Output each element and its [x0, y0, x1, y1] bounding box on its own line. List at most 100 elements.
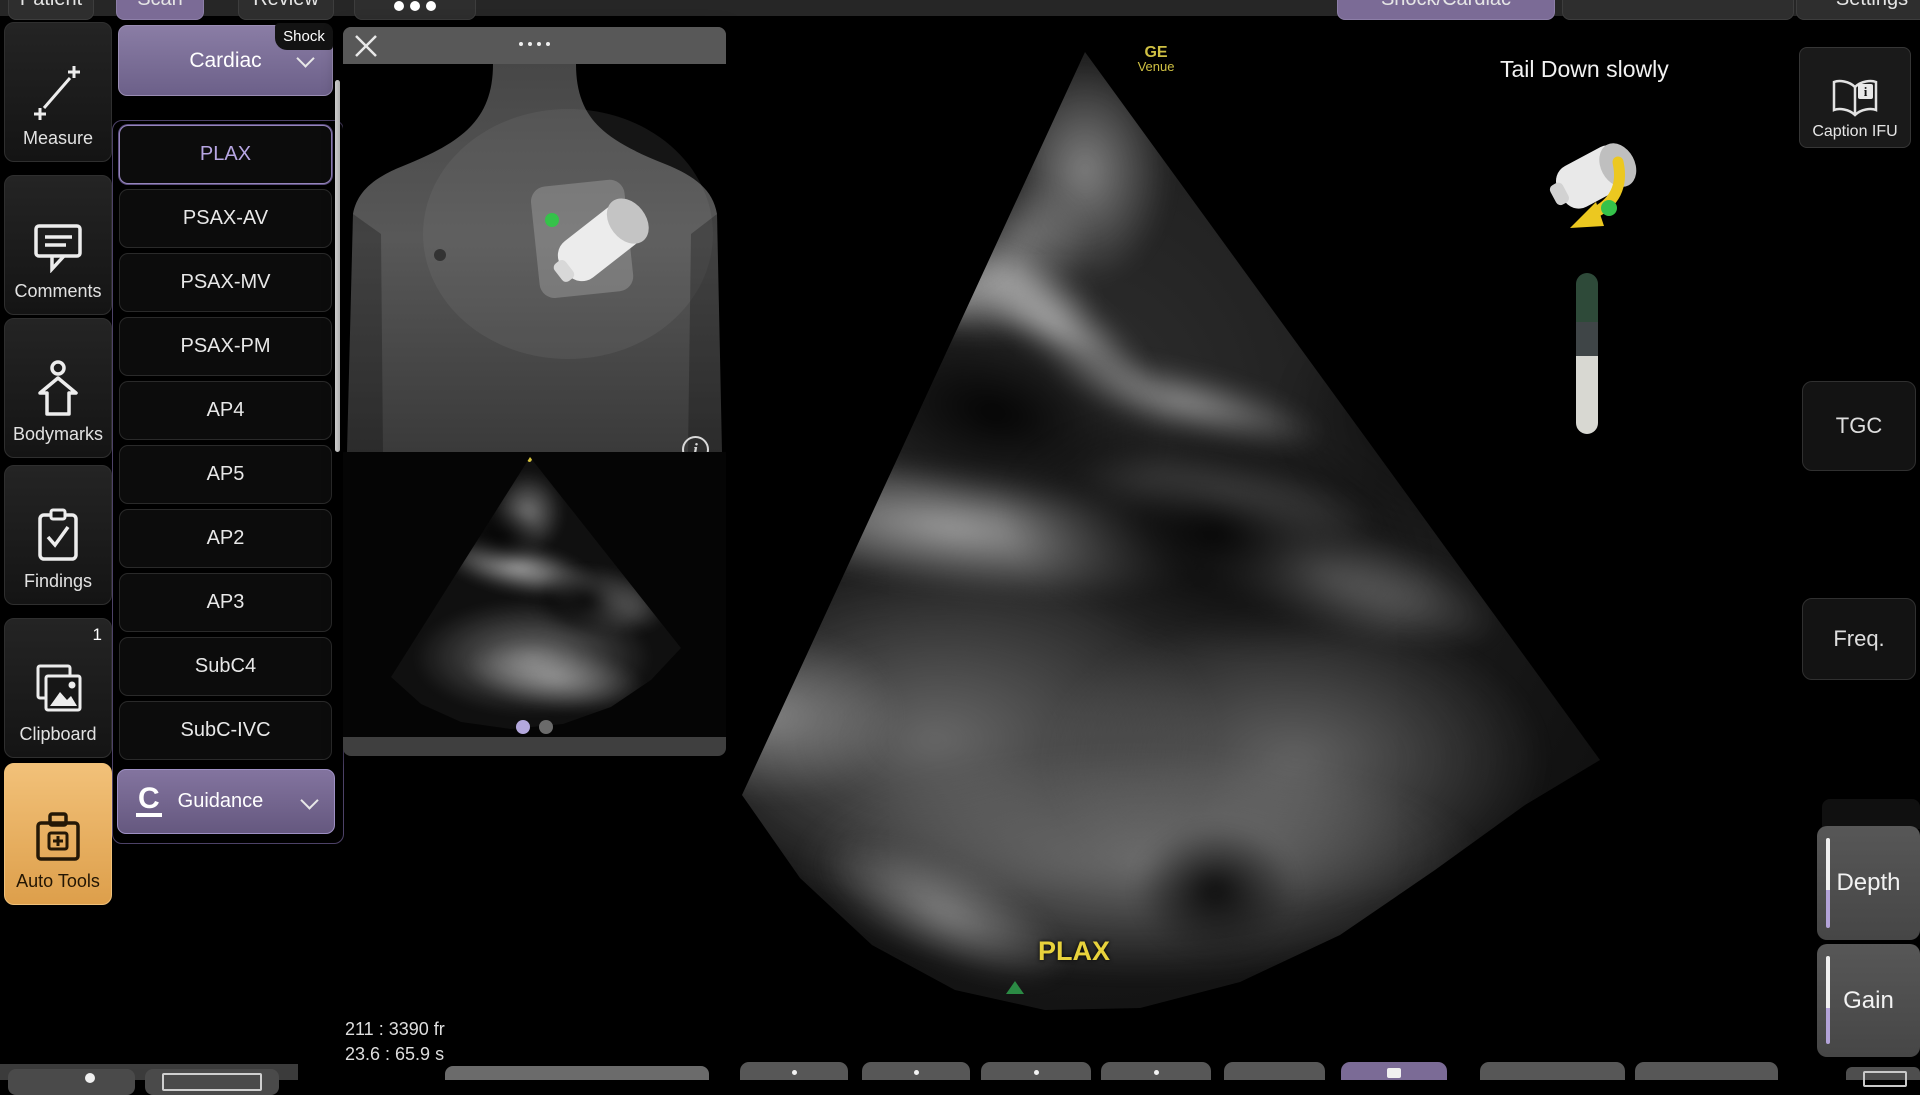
ge-logo-text: GE: [1124, 46, 1188, 60]
bottom-bar-button-5[interactable]: [981, 1062, 1091, 1080]
reference-image-area[interactable]: [343, 452, 726, 737]
guidance-instruction-text: Tail Down slowly: [1500, 56, 1669, 83]
quality-segment-good: [1576, 273, 1598, 322]
view-annotation-label: PLAX: [1038, 936, 1110, 967]
bottom-bar-button-9[interactable]: [1635, 1062, 1778, 1080]
views-scrollbar[interactable]: [335, 80, 340, 452]
sidebar-item-clipboard[interactable]: 1 Clipboard: [4, 618, 112, 758]
guidance-dropdown-button[interactable]: C Guidance: [117, 769, 335, 834]
bodymarks-icon: [32, 360, 84, 416]
time-counter: 23.6 : 65.9 s: [345, 1042, 445, 1067]
view-button-plax[interactable]: PLAX: [119, 125, 332, 184]
bottom-bar-button-1[interactable]: [8, 1069, 135, 1095]
view-button-ap2[interactable]: AP2: [119, 509, 332, 568]
view-button-psax-av[interactable]: PSAX-AV: [119, 189, 332, 248]
more-tabs-button[interactable]: [354, 0, 476, 20]
probe-placement-illustration: [343, 64, 726, 452]
guidance-popup-header[interactable]: [343, 27, 726, 64]
orientation-marker-icon: [1006, 981, 1024, 994]
bottom-bar-button-6[interactable]: [1101, 1062, 1211, 1080]
book-info-icon: i: [1831, 78, 1879, 118]
caption-ifu-label: Caption IFU: [1812, 123, 1897, 141]
sidebar-item-measure[interactable]: Measure: [4, 22, 112, 162]
caption-logo-icon: C: [136, 786, 162, 817]
drag-handle-icon[interactable]: [343, 42, 726, 46]
chevron-down-icon: [296, 49, 314, 67]
view-button-psax-pm[interactable]: PSAX-PM: [119, 317, 332, 376]
reference-ultrasound-image: [343, 452, 726, 737]
depth-button[interactable]: Depth: [1817, 826, 1920, 940]
clipboard-images-icon: [30, 662, 86, 716]
caption-ifu-button[interactable]: i Caption IFU: [1799, 47, 1911, 148]
clipboard-count-badge: 1: [93, 625, 102, 645]
quality-dot-icon: [1601, 200, 1617, 216]
guidance-popup-panel: i: [343, 27, 726, 756]
glyph-icon: [1387, 1068, 1401, 1078]
view-button-ap3[interactable]: AP3: [119, 573, 332, 632]
tab-scan[interactable]: Scan: [116, 0, 204, 20]
dot-icon: [1154, 1070, 1159, 1075]
tab-review[interactable]: Review: [238, 0, 334, 20]
bottom-right-partial-button[interactable]: [1846, 1067, 1920, 1080]
auto-tools-icon: [30, 811, 86, 863]
bottom-bar-button-freeze[interactable]: [1341, 1062, 1447, 1080]
measure-icon: [32, 64, 84, 120]
dot-icon: [792, 1070, 797, 1075]
comments-icon: [30, 221, 86, 273]
dot-icon: [914, 1070, 919, 1075]
cine-counters: 211 : 3390 fr 23.6 : 65.9 s: [345, 1017, 445, 1067]
apex-marker-icon: [527, 455, 532, 462]
preset-dropdown-cardiac[interactable]: Cardiac Shock: [118, 25, 333, 96]
sidebar-item-auto-tools[interactable]: Auto Tools: [4, 763, 112, 905]
tgc-button[interactable]: TGC: [1802, 381, 1916, 471]
sidebar-label: Findings: [24, 571, 92, 592]
gain-button[interactable]: Gain: [1817, 944, 1920, 1057]
bottom-bar-button-7[interactable]: [1224, 1062, 1325, 1080]
view-button-subc4[interactable]: SubC4: [119, 637, 332, 696]
target-dot-icon: [545, 213, 559, 227]
frame-icon: [162, 1073, 262, 1091]
ellipsis-icon: [394, 1, 404, 11]
dot-icon: [1034, 1070, 1039, 1075]
page-indicator[interactable]: [343, 720, 726, 734]
page-dot-inactive[interactable]: [539, 720, 553, 734]
sidebar-label: Clipboard: [19, 724, 96, 745]
guidance-label: Guidance: [178, 790, 264, 813]
quality-segment-mid: [1576, 322, 1598, 356]
close-icon[interactable]: [353, 33, 379, 59]
ellipsis-icon: [410, 1, 420, 11]
dot-icon: [85, 1073, 95, 1083]
sidebar-label: Comments: [14, 281, 101, 302]
view-button-psax-mv[interactable]: PSAX-MV: [119, 253, 332, 312]
findings-icon: [32, 507, 84, 563]
gain-level-indicator: [1826, 956, 1830, 1044]
bottom-bar-button-3[interactable]: [740, 1062, 848, 1080]
probe-tilt-guidance-icon: [1548, 140, 1644, 240]
view-button-ap4[interactable]: AP4: [119, 381, 332, 440]
tab-patient[interactable]: Patient: [8, 0, 94, 20]
sidebar-item-bodymarks[interactable]: Bodymarks: [4, 318, 112, 458]
view-button-subc-ivc[interactable]: SubC-IVC: [119, 701, 332, 760]
venue-logo-text: Venue: [1124, 60, 1188, 74]
quality-meter-bar: [1576, 273, 1598, 434]
sidebar-label: Bodymarks: [13, 424, 103, 445]
sidebar-label: Auto Tools: [16, 871, 100, 892]
bottom-bar-wide-button[interactable]: [445, 1066, 709, 1080]
view-button-ap5[interactable]: AP5: [119, 445, 332, 504]
shock-badge: Shock: [275, 23, 333, 50]
ge-venue-logo: GE Venue: [1124, 46, 1188, 74]
top-bar-spacer-button[interactable]: [1562, 0, 1794, 20]
sidebar-item-comments[interactable]: Comments: [4, 175, 112, 315]
shock-cardiac-button[interactable]: Shock/Cardiac: [1337, 0, 1555, 20]
bottom-bar-button-4[interactable]: [862, 1062, 970, 1080]
bottom-bar-button-2[interactable]: [145, 1069, 279, 1095]
depth-level-indicator: [1826, 838, 1830, 928]
sidebar-item-findings[interactable]: Findings: [4, 465, 112, 605]
depth-tab-button[interactable]: [1822, 799, 1920, 829]
settings-button[interactable]: Settings: [1796, 0, 1920, 20]
quality-segment-track: [1576, 356, 1598, 434]
bottom-bar-button-8[interactable]: [1480, 1062, 1625, 1080]
page-dot-active[interactable]: [516, 720, 530, 734]
frame-counter: 211 : 3390 fr: [345, 1017, 445, 1042]
freq-button[interactable]: Freq.: [1802, 598, 1916, 680]
